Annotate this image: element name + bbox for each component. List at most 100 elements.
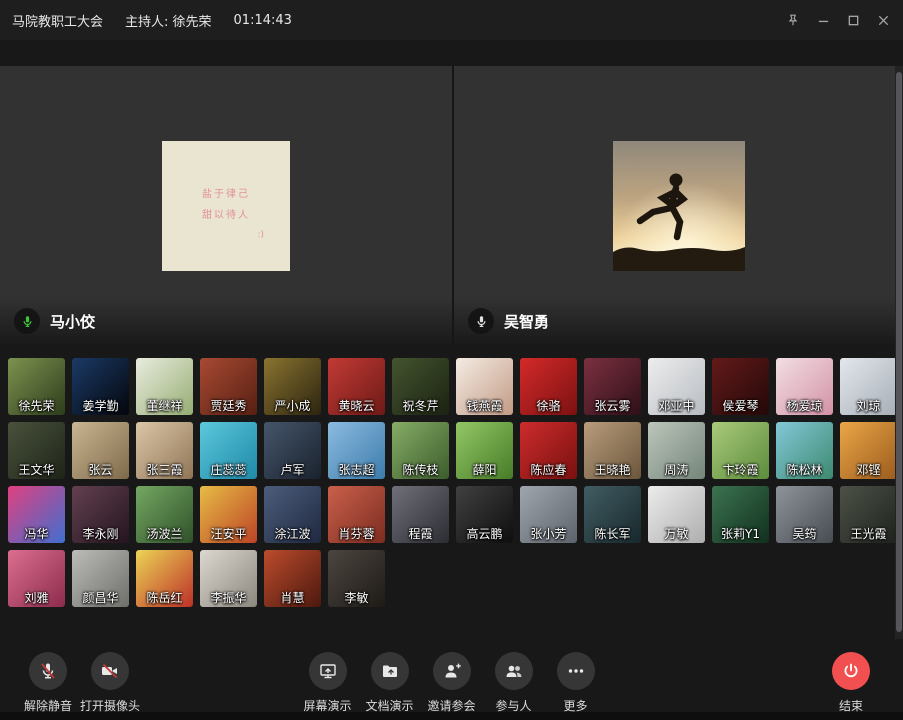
participant-name: 陈应春 — [516, 461, 581, 478]
participant-tile[interactable]: 汪安平 — [200, 486, 257, 543]
scrollbar-thumb[interactable] — [896, 72, 902, 632]
participant-tile[interactable]: 肖芬蓉 — [328, 486, 385, 543]
participant-tile[interactable]: 颜昌华 — [72, 550, 129, 607]
participant-tile[interactable]: 张志超 — [328, 422, 385, 479]
speaker-name: 吴智勇 — [504, 311, 549, 332]
note-smiley: :) — [257, 226, 264, 245]
participant-tile[interactable]: 张莉Y1 — [712, 486, 769, 543]
participant-tile[interactable]: 张云雾 — [584, 358, 641, 415]
participant-name: 薛阳 — [452, 461, 517, 478]
screen-share-icon — [309, 652, 347, 690]
participant-tile[interactable]: 汤波兰 — [136, 486, 193, 543]
video-tile-secondary[interactable]: 吴智勇 — [454, 66, 903, 345]
participant-tile[interactable]: 邓亚中 — [648, 358, 705, 415]
attendees-button[interactable]: 参与人 — [488, 652, 540, 714]
maximize-button[interactable] — [845, 12, 861, 28]
participant-tile[interactable]: 陈松林 — [776, 422, 833, 479]
participant-tile[interactable]: 董继祥 — [136, 358, 193, 415]
note-line: 甜以待人 — [202, 205, 250, 226]
participant-tile[interactable]: 姜学勤 — [72, 358, 129, 415]
participant-tile[interactable]: 卢军 — [264, 422, 321, 479]
participant-name: 陈长军 — [580, 525, 645, 542]
participant-tile[interactable]: 张云 — [72, 422, 129, 479]
participant-tile[interactable]: 祝冬芹 — [392, 358, 449, 415]
participant-name: 肖芬蓉 — [324, 525, 389, 542]
participant-name: 周涛 — [644, 461, 709, 478]
participant-name: 卞玲霞 — [708, 461, 773, 478]
participant-name: 张志超 — [324, 461, 389, 478]
note-line: 盐于律己 — [202, 184, 250, 205]
participant-tile[interactable]: 王晓艳 — [584, 422, 641, 479]
participant-name: 冯华 — [4, 525, 69, 542]
bottom-toolbar: 解除静音 打开摄像头 — [0, 650, 903, 712]
participant-tile[interactable]: 庄蕊蕊 — [200, 422, 257, 479]
end-meeting: 结束 — [825, 652, 877, 714]
video-tile-primary[interactable]: 盐于律己 甜以待人 :) 马小佼 — [0, 66, 452, 345]
mic-muted-icon — [29, 652, 67, 690]
participant-tile[interactable]: 杨爱琼 — [776, 358, 833, 415]
participant-tile[interactable]: 严小成 — [264, 358, 321, 415]
participant-name: 陈传枝 — [388, 461, 453, 478]
participant-tile[interactable]: 黄晓云 — [328, 358, 385, 415]
participant-tile[interactable]: 周涛 — [648, 422, 705, 479]
participant-tile[interactable]: 陈应春 — [520, 422, 577, 479]
participant-name: 邓亚中 — [644, 397, 709, 414]
meeting-window: 马院教职工大会 主持人: 徐先荣 01:14:43 — [0, 0, 903, 720]
participant-tile[interactable]: 陈传枝 — [392, 422, 449, 479]
participant-name: 陈岳红 — [132, 589, 197, 606]
participant-name: 王光霞 — [836, 525, 901, 542]
participant-name: 王文华 — [4, 461, 69, 478]
participant-name: 庄蕊蕊 — [196, 461, 261, 478]
participant-tile[interactable]: 薛阳 — [456, 422, 513, 479]
screen-share-button[interactable]: 屏幕演示 — [302, 652, 354, 714]
participant-tile[interactable]: 王光霞 — [840, 486, 897, 543]
participant-tile[interactable]: 冯华 — [8, 486, 65, 543]
participant-tile[interactable]: 徐骆 — [520, 358, 577, 415]
participant-tile[interactable]: 李敏 — [328, 550, 385, 607]
invite-button[interactable]: 邀请参会 — [426, 652, 478, 714]
participant-tile[interactable]: 陈长军 — [584, 486, 641, 543]
participant-name: 颜昌华 — [68, 589, 133, 606]
participant-tile[interactable]: 卞玲霞 — [712, 422, 769, 479]
participant-tile[interactable]: 高云鹏 — [456, 486, 513, 543]
participant-name: 王晓艳 — [580, 461, 645, 478]
bottom-strip — [0, 712, 903, 720]
participant-tile[interactable]: 张三霞 — [136, 422, 193, 479]
participant-tile[interactable]: 李振华 — [200, 550, 257, 607]
participant-tile[interactable]: 肖慧 — [264, 550, 321, 607]
doc-share-button[interactable]: 文档演示 — [364, 652, 416, 714]
participant-tile[interactable]: 吴筠 — [776, 486, 833, 543]
participant-name: 祝冬芹 — [388, 397, 453, 414]
participant-tile[interactable]: 贾廷秀 — [200, 358, 257, 415]
scrollbar-track — [895, 66, 903, 639]
speaker-name: 马小佼 — [50, 311, 95, 332]
doc-share-icon — [371, 652, 409, 690]
participant-tile[interactable]: 刘雅 — [8, 550, 65, 607]
participant-tile[interactable]: 邓铿 — [840, 422, 897, 479]
participant-tile[interactable]: 李永刚 — [72, 486, 129, 543]
participant-tile[interactable]: 王文华 — [8, 422, 65, 479]
participant-name: 张云 — [68, 461, 133, 478]
participant-tile[interactable]: 程霞 — [392, 486, 449, 543]
participant-tile[interactable]: 万敏 — [648, 486, 705, 543]
minimize-button[interactable] — [815, 12, 831, 28]
meeting-actions: 屏幕演示 文档演示 — [302, 652, 602, 714]
participant-tile[interactable]: 刘琼 — [840, 358, 897, 415]
camera-on-button[interactable]: 打开摄像头 — [80, 652, 140, 714]
participant-tile[interactable]: 侯爱琴 — [712, 358, 769, 415]
close-button[interactable] — [875, 12, 891, 28]
participant-tile[interactable]: 张小芳 — [520, 486, 577, 543]
participant-name: 吴筠 — [772, 525, 837, 542]
participant-tile[interactable]: 钱燕霞 — [456, 358, 513, 415]
end-meeting-button[interactable]: 结束 — [825, 652, 877, 714]
participant-tile[interactable]: 陈岳红 — [136, 550, 193, 607]
participant-tile[interactable]: 徐先荣 — [8, 358, 65, 415]
attendees-icon — [495, 652, 533, 690]
unmute-button[interactable]: 解除静音 — [22, 652, 74, 714]
more-button[interactable]: 更多 — [550, 652, 602, 714]
participant-name: 邓铿 — [836, 461, 901, 478]
participant-tile[interactable]: 涂江波 — [264, 486, 321, 543]
pin-icon[interactable] — [785, 12, 801, 28]
participant-name: 卢军 — [260, 461, 325, 478]
video-stage: 盐于律己 甜以待人 :) 马小佼 — [0, 66, 903, 345]
